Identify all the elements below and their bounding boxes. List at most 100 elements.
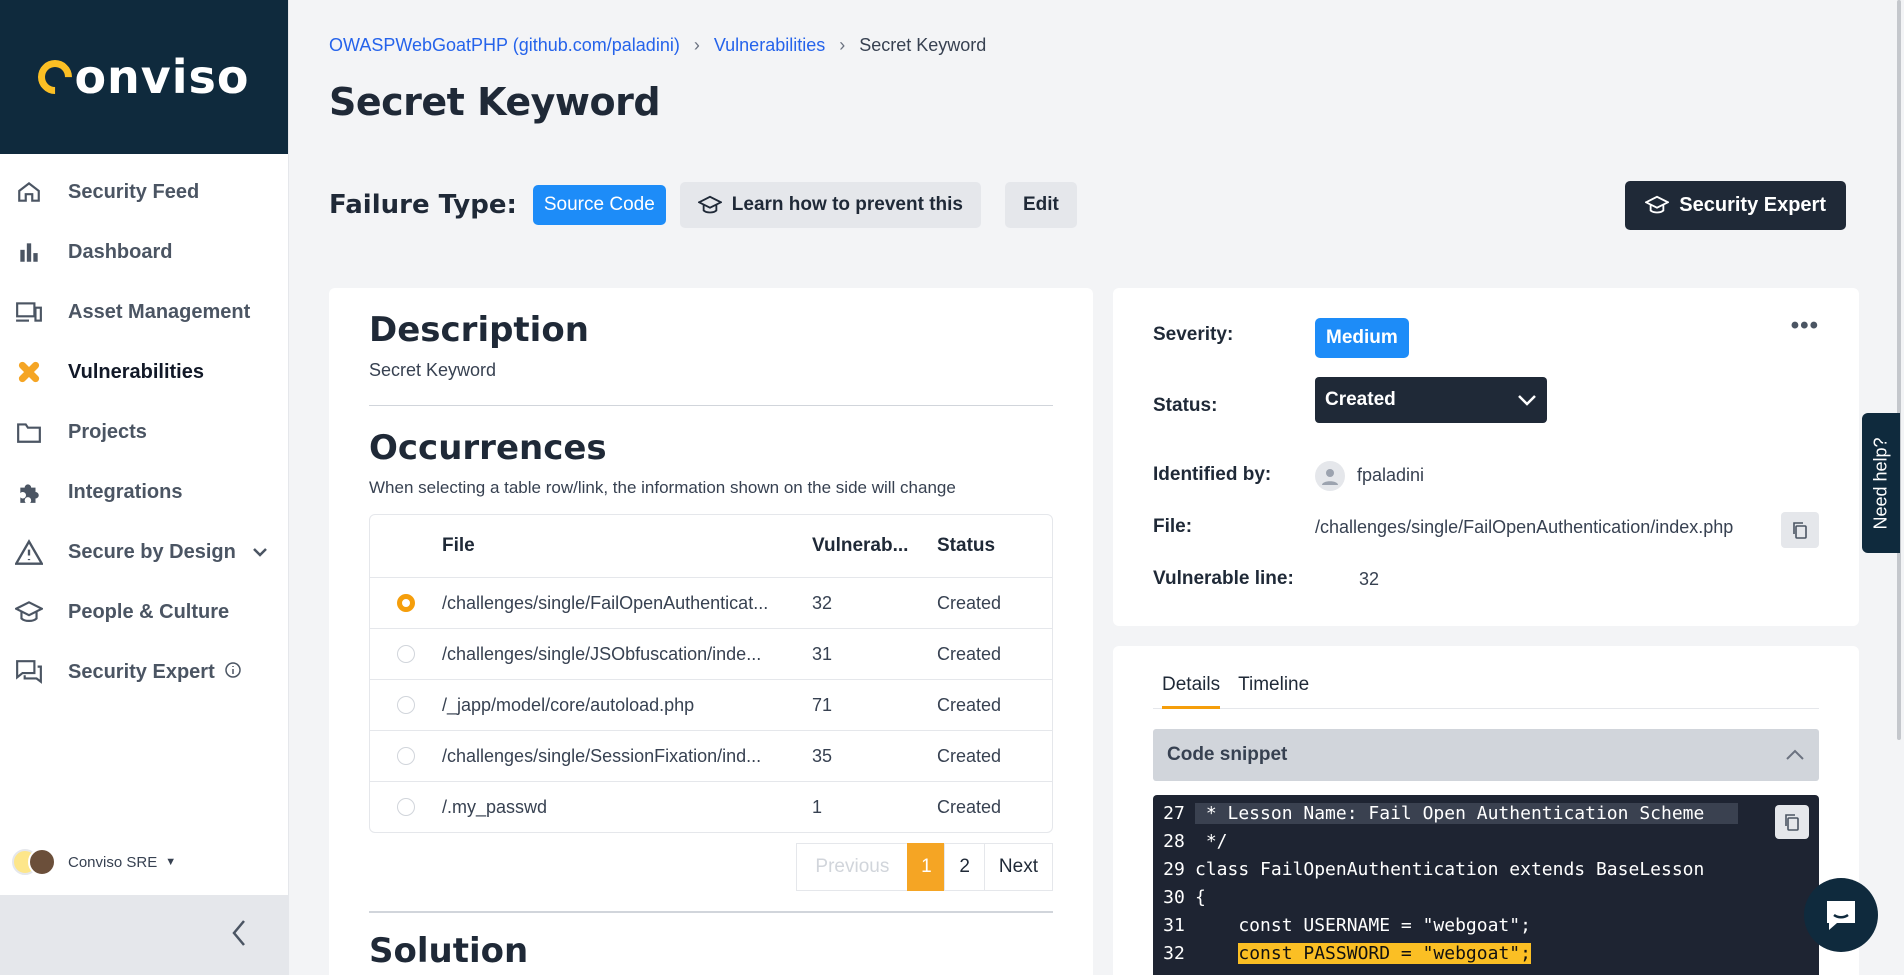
breadcrumb-vulnerabilities-link[interactable]: Vulnerabilities xyxy=(714,35,825,56)
divider xyxy=(369,405,1053,406)
pagination: Previous 1 2 Next xyxy=(369,843,1053,891)
security-expert-label: Security Expert xyxy=(1679,193,1826,216)
failure-type-label: Failure Type: xyxy=(329,190,517,220)
row-file[interactable]: /_japp/model/core/autoload.php xyxy=(442,695,812,716)
security-expert-button[interactable]: Security Expert xyxy=(1625,180,1846,230)
chevron-left-icon[interactable] xyxy=(231,919,247,952)
scrollbar-thumb[interactable] xyxy=(1897,0,1901,740)
sidebar-item-secure-by-design[interactable]: Secure by Design xyxy=(0,522,288,582)
column-header-status[interactable]: Status xyxy=(937,535,1047,557)
code-snippet-title: Code snippet xyxy=(1167,744,1288,765)
bandage-icon xyxy=(14,357,44,387)
copy-icon[interactable] xyxy=(1775,805,1809,839)
description-card: Description Secret Keyword Occurrences W… xyxy=(329,288,1093,975)
sidebar-item-asset-management[interactable]: Asset Management xyxy=(0,282,288,342)
next-page-button[interactable]: Next xyxy=(983,843,1053,891)
page-title: Secret Keyword xyxy=(329,80,661,124)
tab-details[interactable]: Details xyxy=(1153,674,1229,709)
info-icon[interactable] xyxy=(224,661,241,684)
table-row[interactable]: /challenges/single/FailOpenAuthenticat..… xyxy=(370,577,1052,628)
chevron-down-icon xyxy=(1518,395,1536,406)
sidebar-item-label: Security Feed xyxy=(68,180,200,203)
code-snippet-accordion[interactable]: Code snippet xyxy=(1153,729,1819,781)
row-status: Created xyxy=(937,796,1002,817)
row-radio[interactable] xyxy=(397,594,415,612)
sidebar-item-label: Security Expert xyxy=(68,660,215,683)
previous-page-button[interactable]: Previous xyxy=(796,843,909,891)
row-file[interactable]: /challenges/single/JSObfuscation/inde... xyxy=(442,644,812,665)
column-header-vulnerable-line[interactable]: Vulnerab... xyxy=(812,535,937,557)
chat-button[interactable] xyxy=(1804,878,1878,952)
chat-bubble-icon xyxy=(1827,901,1855,930)
row-file[interactable]: /challenges/single/FailOpenAuthenticat..… xyxy=(442,593,812,614)
vulnerable-line-value: 32 xyxy=(1359,569,1380,589)
edit-button[interactable]: Edit xyxy=(1004,182,1077,228)
more-options-icon[interactable]: ••• xyxy=(1791,312,1819,340)
code-text: const USERNAME = "webgoat"; xyxy=(1195,914,1531,936)
chevron-up-icon xyxy=(1786,749,1804,760)
failure-type-badge: Source Code xyxy=(532,185,666,225)
sidebar-item-security-feed[interactable]: Security Feed xyxy=(0,162,288,222)
copy-icon[interactable] xyxy=(1781,512,1819,548)
line-number: 31 xyxy=(1163,914,1185,936)
column-header-file[interactable]: File xyxy=(442,535,812,557)
row-radio[interactable] xyxy=(397,645,415,663)
caret-down-icon: ▼ xyxy=(165,856,177,868)
sidebar-item-projects[interactable]: Projects xyxy=(0,402,288,462)
row-radio[interactable] xyxy=(397,747,415,765)
sidebar-item-people-culture[interactable]: People & Culture xyxy=(0,582,288,642)
graduation-cap-icon xyxy=(1645,195,1670,214)
table-row[interactable]: /challenges/single/JSObfuscation/inde...… xyxy=(370,628,1052,679)
sidebar-item-security-expert[interactable]: Security Expert xyxy=(0,642,288,702)
need-help-tab[interactable]: Need help? xyxy=(1862,413,1900,553)
line-number: 30 xyxy=(1163,886,1185,908)
row-line: 32 xyxy=(812,592,833,613)
sidebar-item-label: Integrations xyxy=(68,480,183,503)
table-row[interactable]: /_japp/model/core/autoload.php 71 Create… xyxy=(370,679,1052,730)
row-status: Created xyxy=(937,694,1002,715)
tab-bar: Details Timeline xyxy=(1153,674,1819,709)
sidebar-item-vulnerabilities[interactable]: Vulnerabilities xyxy=(0,342,288,402)
chevron-down-icon[interactable] xyxy=(252,541,268,564)
solution-title: Solution xyxy=(369,931,529,971)
row-line: 31 xyxy=(812,643,833,664)
code-line: 31 const USERNAME = "webgoat"; xyxy=(1153,911,1819,939)
file-label: File: xyxy=(1153,516,1193,537)
sidebar-item-label: Asset Management xyxy=(68,300,251,323)
sidebar-item-label: Dashboard xyxy=(68,240,173,263)
page-1-button[interactable]: 1 xyxy=(907,843,946,891)
tab-timeline[interactable]: Timeline xyxy=(1229,674,1318,708)
code-snippet: 27 * Lesson Name: Fail Open Authenticati… xyxy=(1153,795,1819,975)
chat-icon xyxy=(14,657,44,687)
divider xyxy=(369,911,1053,913)
row-file[interactable]: /.my_passwd xyxy=(442,797,812,818)
sidebar-item-dashboard[interactable]: Dashboard xyxy=(0,222,288,282)
breadcrumb-current: Secret Keyword xyxy=(859,35,987,55)
edit-label: Edit xyxy=(1022,194,1059,215)
logo-mark-icon xyxy=(31,52,80,102)
row-radio[interactable] xyxy=(397,696,415,714)
user-menu[interactable]: Conviso SRE ▼ xyxy=(12,848,176,876)
learn-prevent-label: Learn how to prevent this xyxy=(731,194,963,215)
status-dropdown[interactable]: Created xyxy=(1315,377,1547,423)
sidebar-item-label: People & Culture xyxy=(68,600,230,623)
row-file[interactable]: /challenges/single/SessionFixation/ind..… xyxy=(442,746,812,767)
code-text: class FailOpenAuthentication extends Bas… xyxy=(1195,858,1705,880)
folder-icon xyxy=(14,417,44,447)
table-row[interactable]: /.my_passwd 1 Created xyxy=(370,781,1052,832)
row-radio[interactable] xyxy=(397,798,415,816)
breadcrumb-project-link[interactable]: OWASPWebGoatPHP (github.com/paladini) xyxy=(329,35,680,56)
sidebar-item-integrations[interactable]: Integrations xyxy=(0,462,288,522)
table-row[interactable]: /challenges/single/SessionFixation/ind..… xyxy=(370,730,1052,781)
row-status: Created xyxy=(937,643,1002,664)
row-status: Created xyxy=(937,745,1002,766)
learn-prevent-button[interactable]: Learn how to prevent this xyxy=(679,182,981,228)
sidebar-collapse[interactable] xyxy=(0,895,289,975)
page-2-button[interactable]: 2 xyxy=(944,843,985,891)
row-line: 35 xyxy=(812,745,833,766)
table-header: File Vulnerab... Status xyxy=(370,515,1052,577)
breadcrumb: OWASPWebGoatPHP (github.com/paladini) › … xyxy=(329,35,986,56)
logo[interactable]: onviso xyxy=(0,0,288,154)
occurrences-table: File Vulnerab... Status /challenges/sing… xyxy=(369,514,1053,833)
